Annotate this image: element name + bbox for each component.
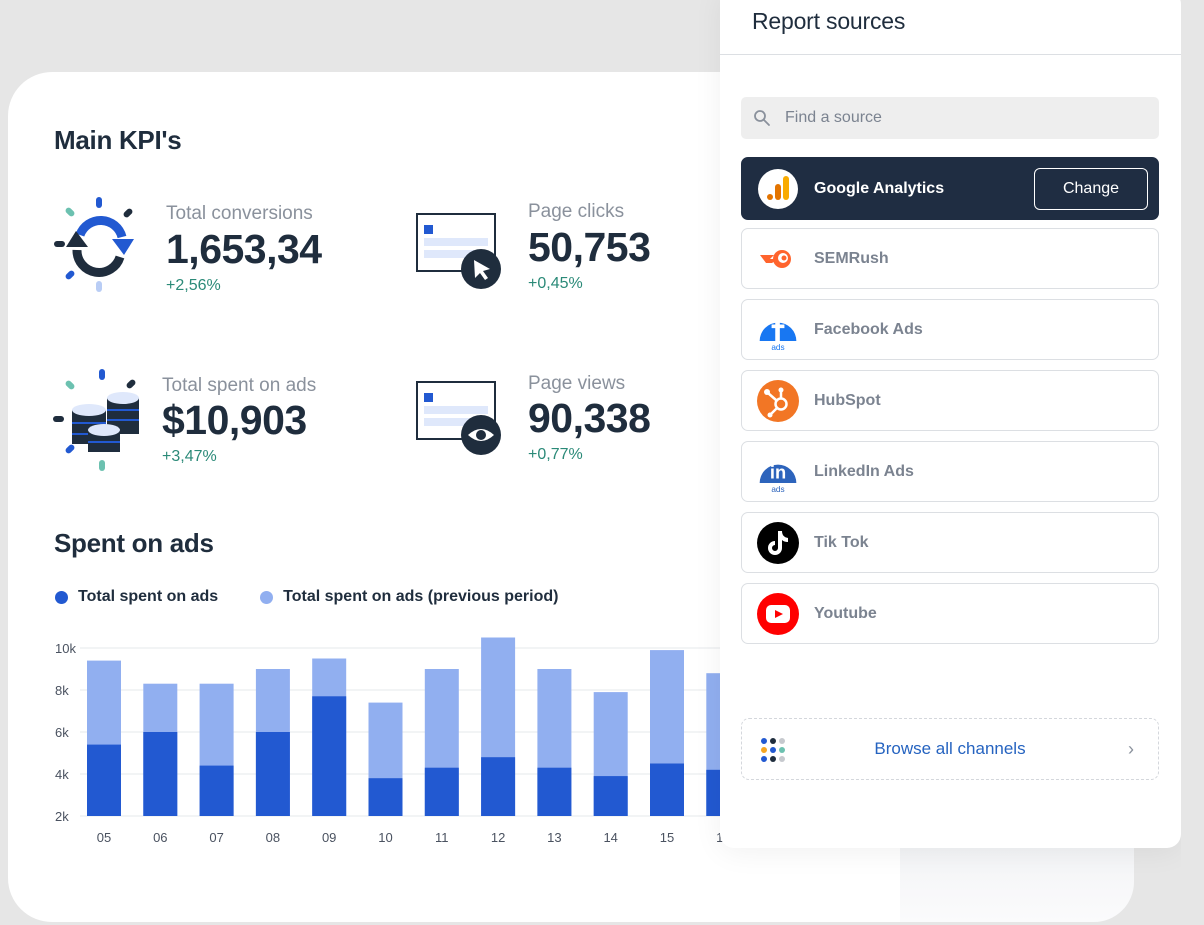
kpi-delta: +3,47%: [162, 448, 217, 465]
x-tick-label: 11: [435, 830, 449, 845]
x-tick-label: 09: [322, 830, 336, 845]
chevron-right-icon: ›: [1128, 738, 1134, 759]
report-sources-panel: Report sources Google Analytics Change S…: [720, 0, 1181, 848]
x-tick-label: 06: [153, 830, 167, 845]
bar-current: [650, 763, 684, 816]
background-strip: [1181, 0, 1204, 925]
bar-current: [143, 732, 178, 816]
source-item-linkedin-ads[interactable]: in ads LinkedIn Ads: [741, 441, 1159, 502]
legend-label: Total spent on ads: [78, 588, 219, 605]
y-tick-label: 8k: [55, 683, 69, 698]
search-icon: [754, 110, 770, 126]
y-tick-label: 6k: [55, 725, 69, 740]
bar-current: [593, 776, 628, 816]
y-tick-label: 10k: [55, 641, 76, 656]
spent-on-ads-chart: 2k4k6k8k10k050607080910111213141516: [55, 637, 730, 845]
kpi-label: Page clicks: [528, 201, 625, 222]
kpi-value: 90,338: [528, 395, 651, 441]
ads-caption: ads: [771, 343, 784, 352]
x-tick-label: 08: [266, 830, 280, 845]
youtube-icon: [757, 593, 799, 635]
source-name: HubSpot: [814, 391, 881, 409]
source-name: Facebook Ads: [814, 320, 923, 338]
x-tick-label: 14: [603, 830, 617, 845]
change-source-button[interactable]: Change: [1034, 168, 1148, 210]
bar-current: [199, 765, 234, 816]
y-tick-label: 2k: [55, 809, 69, 824]
source-item-google-analytics[interactable]: Google Analytics Change: [741, 157, 1159, 220]
source-item-hubspot[interactable]: HubSpot: [741, 370, 1159, 431]
kpi-label: Total conversions: [166, 203, 313, 224]
x-tick-label: 05: [97, 830, 111, 845]
hubspot-icon: [757, 380, 799, 422]
bar-current: [424, 767, 459, 816]
y-tick-label: 4k: [55, 767, 69, 782]
chart-title: Spent on ads: [54, 528, 214, 558]
x-tick-label: 13: [547, 830, 561, 845]
x-tick-label: 07: [209, 830, 223, 845]
source-item-tiktok[interactable]: Tik Tok: [741, 512, 1159, 573]
kpi-section-title: Main KPI's: [54, 125, 182, 155]
source-item-youtube[interactable]: Youtube: [741, 583, 1159, 644]
legend-label: Total spent on ads (previous period): [283, 588, 559, 605]
source-name: Google Analytics: [814, 179, 945, 197]
source-item-facebook-ads[interactable]: ads Facebook Ads: [741, 299, 1159, 360]
page-view-icon: [416, 381, 501, 455]
x-tick-label: 10: [378, 830, 392, 845]
bar-current: [87, 744, 121, 816]
svg-text:in: in: [770, 461, 786, 482]
legend-item-current[interactable]: Total spent on ads: [55, 588, 218, 606]
legend-dot-current: [55, 590, 68, 604]
facebook-ads-icon: ads: [759, 315, 797, 352]
bar-current: [481, 757, 516, 816]
source-name: Youtube: [814, 604, 877, 622]
semrush-icon: [760, 250, 791, 268]
chart-legend: Total spent on ads Total spent on ads (p…: [55, 588, 600, 606]
kpi-label: Total spent on ads: [162, 375, 317, 396]
source-name: SEMRush: [814, 249, 889, 267]
ads-caption: ads: [771, 485, 784, 494]
legend-item-previous[interactable]: Total spent on ads (previous period): [260, 588, 558, 606]
x-tick-label: 12: [491, 830, 505, 845]
kpi-delta: +2,56%: [166, 277, 221, 294]
google-analytics-icon: [758, 169, 798, 209]
kpi-value: $10,903: [162, 397, 307, 443]
kpi-value: 50,753: [528, 224, 651, 270]
panel-title: Report sources: [752, 8, 906, 34]
bar-current: [537, 767, 572, 816]
search-input[interactable]: [785, 109, 1115, 127]
bar-current: [368, 778, 403, 816]
source-name: Tik Tok: [814, 533, 869, 551]
source-name: LinkedIn Ads: [814, 462, 914, 480]
legend-dot-previous: [260, 590, 274, 604]
linkedin-ads-icon: in ads: [759, 461, 797, 494]
kpi-delta: +0,45%: [528, 275, 583, 292]
bar-current: [255, 732, 290, 816]
kpi-label: Page views: [528, 373, 626, 394]
refresh-cycle-icon: [54, 197, 134, 292]
browse-label: Browse all channels: [874, 739, 1026, 758]
kpi-value: 1,653,34: [166, 226, 322, 272]
source-search[interactable]: [741, 97, 1159, 139]
panel-header: Report sources: [720, 0, 1181, 55]
bar-current: [312, 696, 347, 816]
browse-all-channels-button[interactable]: Browse all channels ›: [741, 718, 1159, 780]
kpi-delta: +0,77%: [528, 446, 583, 463]
panel-shadow: [900, 848, 1134, 922]
coins-stack-icon: [53, 369, 139, 471]
page-click-icon: [416, 213, 501, 289]
source-item-semrush[interactable]: SEMRush: [741, 228, 1159, 289]
x-tick-label: 15: [660, 830, 674, 845]
tiktok-icon: [757, 522, 799, 564]
